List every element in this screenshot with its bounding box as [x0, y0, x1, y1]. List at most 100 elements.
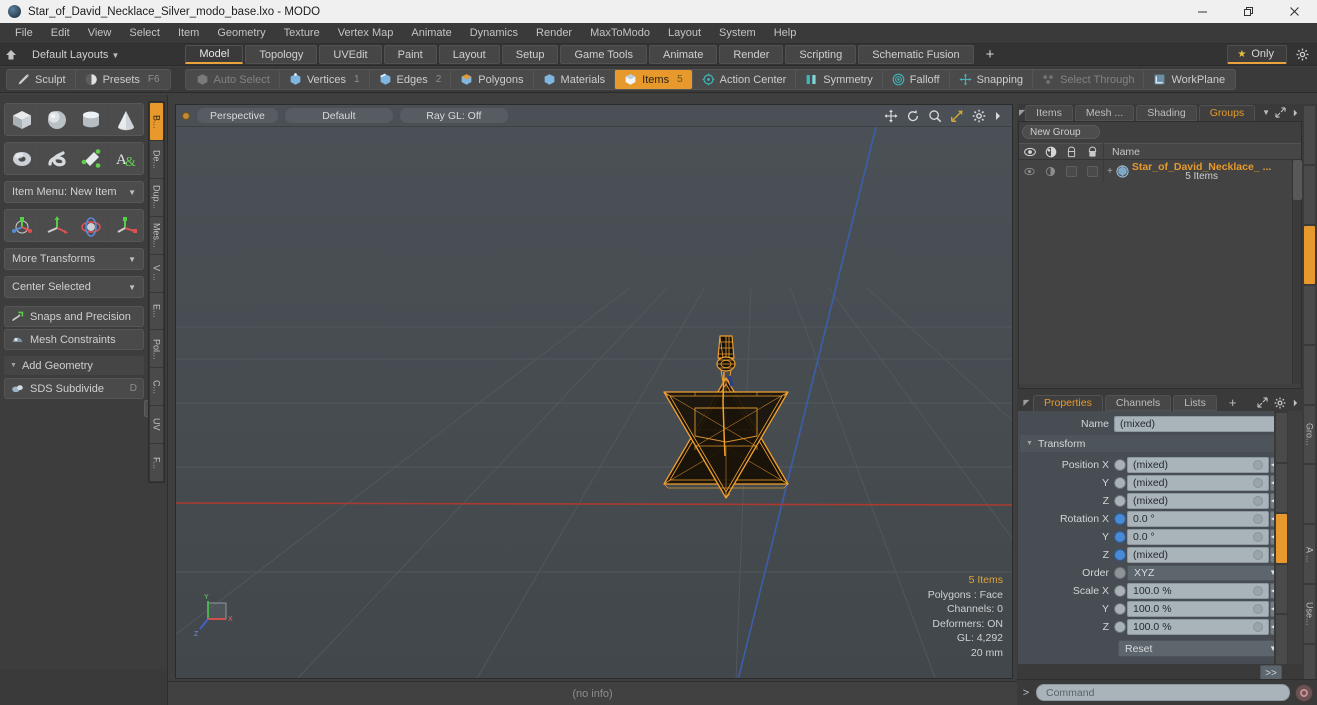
row-lock-checkbox[interactable]: [1061, 160, 1082, 182]
presets-button[interactable]: Presets F6: [74, 70, 169, 89]
sphere-icon[interactable]: [39, 104, 74, 135]
menu-render[interactable]: Render: [527, 24, 581, 42]
scrollbar-thumb[interactable]: [1293, 160, 1302, 200]
viewport-raygl-toggle[interactable]: Ray GL: Off: [399, 108, 508, 123]
lock-icon[interactable]: [1061, 145, 1082, 158]
menu-item[interactable]: Item: [169, 24, 208, 42]
add-properties-tab-button[interactable]: +: [1219, 395, 1247, 411]
rvtab-3[interactable]: [1304, 225, 1315, 284]
gear-icon[interactable]: [1287, 48, 1317, 61]
tab-mesh[interactable]: Mesh ...: [1074, 104, 1135, 121]
symmetry-button[interactable]: Symmetry: [795, 70, 882, 89]
tab-setup[interactable]: Setup: [501, 45, 559, 64]
3d-viewport[interactable]: Perspective Default Ray GL: Off Y X Z 5 …: [175, 104, 1013, 679]
scale-y-field[interactable]: 100.0 %: [1127, 600, 1269, 617]
move-icon[interactable]: [39, 210, 74, 241]
center-selected-dropdown[interactable]: Center Selected ▼: [4, 276, 144, 298]
name-field[interactable]: (mixed): [1114, 415, 1284, 432]
rotation-y-radio[interactable]: [1114, 530, 1126, 543]
props-strip-seg-4[interactable]: [1275, 564, 1287, 614]
render-icon[interactable]: [1040, 146, 1061, 158]
expand-icon[interactable]: [1257, 397, 1268, 408]
vtab-curve[interactable]: C...: [150, 368, 163, 406]
select-through-button[interactable]: Select Through: [1032, 70, 1143, 89]
rvtab-anim[interactable]: A ...: [1304, 525, 1315, 584]
groups-tree-scrollbar[interactable]: [1292, 160, 1302, 384]
viewport-more-icon[interactable]: [994, 110, 1002, 122]
menu-geometry[interactable]: Geometry: [208, 24, 274, 42]
tab-game-tools[interactable]: Game Tools: [560, 45, 647, 64]
default-layouts-dropdown[interactable]: Default Layouts ▼: [22, 49, 125, 61]
expand-icon[interactable]: [1275, 107, 1286, 118]
tab-items[interactable]: Items: [1025, 104, 1073, 121]
mesh-constraints-button[interactable]: Mesh Constraints: [4, 329, 144, 350]
props-strip-seg-5[interactable]: [1275, 615, 1287, 664]
menu-maxtomodo[interactable]: MaxToModo: [581, 24, 659, 42]
rvtab-groups[interactable]: Gro...: [1304, 405, 1315, 464]
viewport-settings-icon[interactable]: [972, 109, 986, 123]
position-z-radio[interactable]: [1114, 494, 1126, 507]
viewport-view-mode[interactable]: Perspective: [197, 108, 278, 123]
panel-more-icon[interactable]: [1292, 108, 1299, 118]
vtab-edge[interactable]: E...: [150, 292, 163, 330]
cube-icon[interactable]: [5, 104, 39, 135]
rotate-view-icon[interactable]: [906, 109, 920, 123]
more-transforms-dropdown[interactable]: More Transforms ▼: [4, 248, 144, 270]
tab-topology[interactable]: Topology: [245, 45, 318, 64]
pan-icon[interactable]: [884, 108, 898, 123]
scale-y-radio[interactable]: [1114, 602, 1126, 615]
vertices-button[interactable]: Vertices 1: [278, 70, 369, 89]
viewport-menu-dot-icon[interactable]: [182, 111, 190, 120]
materials-button[interactable]: Materials: [532, 70, 615, 89]
snapping-button[interactable]: Snapping: [948, 70, 1033, 89]
chevron-down-icon[interactable]: ▼: [1257, 108, 1275, 117]
close-icon[interactable]: [1271, 0, 1317, 23]
menu-texture[interactable]: Texture: [275, 24, 329, 42]
vtab-basic[interactable]: B...: [150, 103, 163, 140]
props-strip-seg-3[interactable]: [1275, 514, 1287, 563]
scale-x-field[interactable]: 100.0 %: [1127, 582, 1269, 599]
tab-lists[interactable]: Lists: [1173, 394, 1217, 411]
rvtab-5[interactable]: [1304, 345, 1315, 404]
tab-shading[interactable]: Shading: [1136, 104, 1197, 121]
transform-section-header[interactable]: ▼ Transform: [1020, 435, 1284, 452]
vtab-deform[interactable]: De...: [150, 140, 163, 178]
tab-scripting[interactable]: Scripting: [785, 45, 857, 64]
tab-model[interactable]: Model: [185, 45, 244, 64]
reset-select[interactable]: Reset ▼: [1118, 640, 1284, 657]
menu-view[interactable]: View: [79, 24, 121, 42]
tab-uvedit[interactable]: UVEdit: [319, 45, 382, 64]
rvtab-4[interactable]: [1304, 285, 1315, 344]
only-toggle[interactable]: ★ Only: [1227, 45, 1287, 64]
position-y-field[interactable]: (mixed): [1127, 474, 1269, 491]
tab-paint[interactable]: Paint: [383, 45, 437, 64]
sculpt-button[interactable]: Sculpt: [8, 70, 75, 89]
vtab-polygon[interactable]: Pol...: [150, 330, 163, 368]
workplane-button[interactable]: WorkPlane: [1143, 70, 1234, 89]
menu-file[interactable]: File: [6, 24, 42, 42]
rotation-x-radio[interactable]: [1114, 512, 1126, 525]
fit-icon[interactable]: [950, 109, 964, 123]
menu-edit[interactable]: Edit: [42, 24, 79, 42]
vtab-mesh-edit[interactable]: Mes...: [150, 216, 163, 254]
add-geometry-section[interactable]: ▼ Add Geometry: [4, 356, 144, 375]
cylinder-icon[interactable]: [74, 104, 109, 135]
menu-vertex-map[interactable]: Vertex Map: [329, 24, 403, 42]
scale-z-field[interactable]: 100.0 %: [1127, 618, 1269, 635]
vtab-duplicate[interactable]: Dup...: [150, 178, 163, 216]
pen-green-icon[interactable]: [74, 143, 109, 174]
items-button[interactable]: Items 5: [614, 70, 692, 89]
vtab-fusion[interactable]: F...: [150, 444, 163, 482]
props-strip-seg-1[interactable]: [1275, 413, 1287, 462]
minimize-icon[interactable]: [1179, 0, 1225, 23]
menu-animate[interactable]: Animate: [402, 24, 460, 42]
rvtab-1[interactable]: [1304, 106, 1315, 164]
sds-subdivide-button[interactable]: SDS Subdivide D: [4, 378, 144, 399]
position-z-field[interactable]: (mixed): [1127, 492, 1269, 509]
rotation-y-field[interactable]: 0.0 °: [1127, 528, 1269, 545]
scale-x-radio[interactable]: [1114, 584, 1126, 597]
tab-animate[interactable]: Animate: [648, 45, 718, 64]
auto-select-button[interactable]: Auto Select: [187, 70, 279, 89]
home-icon[interactable]: [0, 49, 22, 61]
tree-row-name-cell[interactable]: + Star_of_David_Necklace_ ... 5 Items: [1103, 160, 1301, 182]
